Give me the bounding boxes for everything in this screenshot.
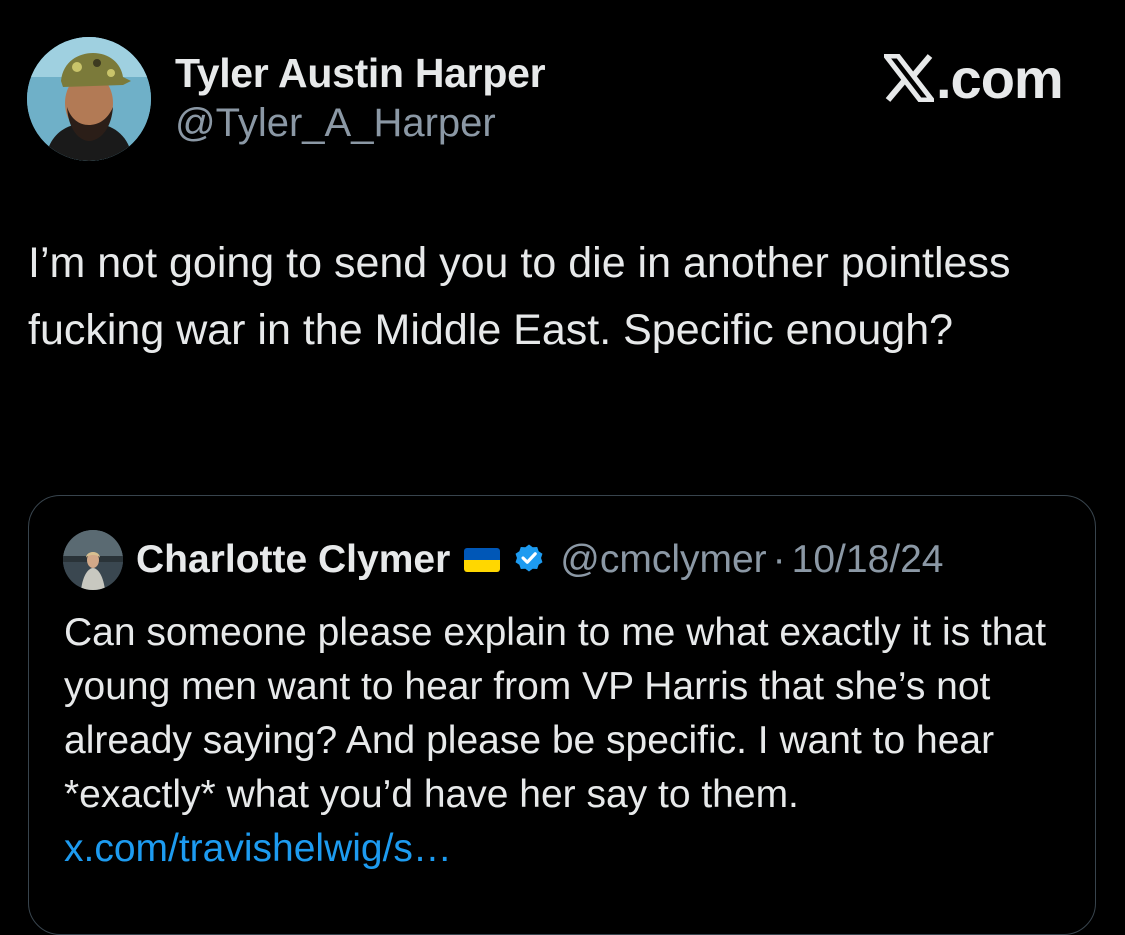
author-avatar[interactable]	[27, 37, 151, 161]
quoted-author-name[interactable]: Charlotte Clymer	[136, 538, 450, 582]
quoted-author-handle[interactable]: @cmclymer	[560, 538, 766, 582]
x-logo: .com	[884, 46, 1064, 110]
quoted-date[interactable]: 10/18/24	[792, 538, 944, 582]
quoted-author-avatar[interactable]	[63, 530, 123, 590]
author-avatar-image	[27, 37, 151, 161]
ukraine-flag-icon	[464, 548, 501, 572]
quoted-header: Charlotte Clymer @cmclymer · 10/18/24	[136, 534, 943, 586]
tweet-text: I’m not going to send you to die in anot…	[28, 239, 1011, 354]
x-logo-text: .com	[936, 46, 1064, 110]
quoted-tweet[interactable]: Charlotte Clymer @cmclymer · 10/18/24 Ca…	[28, 495, 1096, 935]
quoted-tweet-body: Can someone please explain to me what ex…	[64, 606, 1074, 876]
x-logo-icon	[884, 54, 934, 102]
separator-dot: ·	[772, 538, 786, 581]
author-name[interactable]: Tyler Austin Harper	[175, 50, 546, 97]
author-handle[interactable]: @Tyler_A_Harper	[175, 101, 496, 146]
verified-badge-icon	[512, 541, 546, 580]
quoted-tweet-text: Can someone please explain to me what ex…	[64, 611, 1047, 816]
quoted-tweet-link[interactable]: x.com/travishelwig/s…	[64, 827, 452, 870]
quoted-author-avatar-image	[63, 530, 123, 590]
